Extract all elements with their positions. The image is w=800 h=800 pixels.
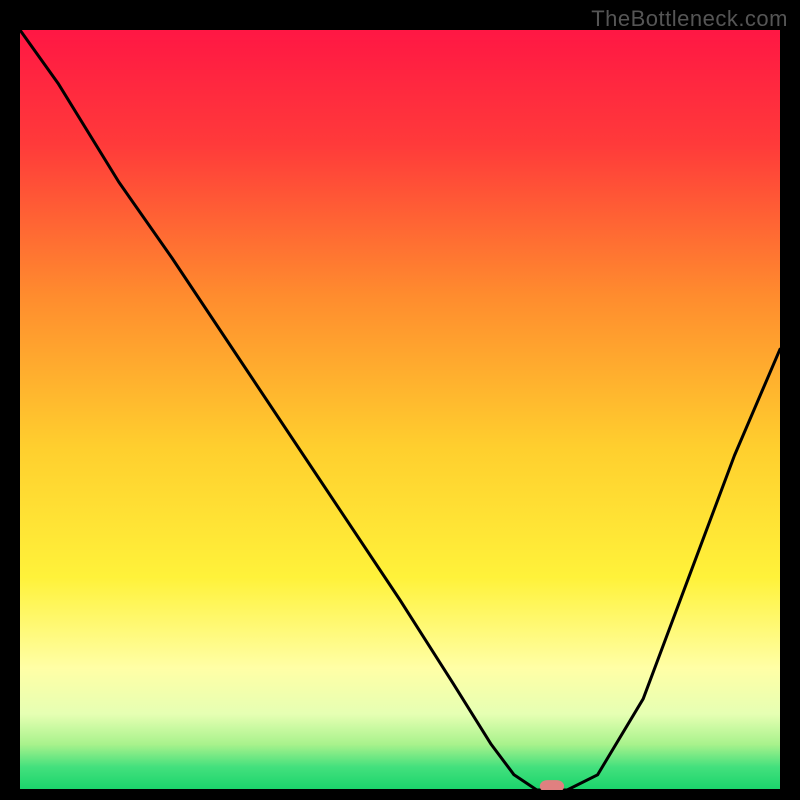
chart-svg xyxy=(20,30,780,790)
chart-plot-area xyxy=(20,30,780,790)
chart-background xyxy=(20,30,780,790)
watermark-text: TheBottleneck.com xyxy=(591,6,788,32)
optimal-marker xyxy=(540,780,564,790)
chart-frame: TheBottleneck.com xyxy=(0,0,800,800)
